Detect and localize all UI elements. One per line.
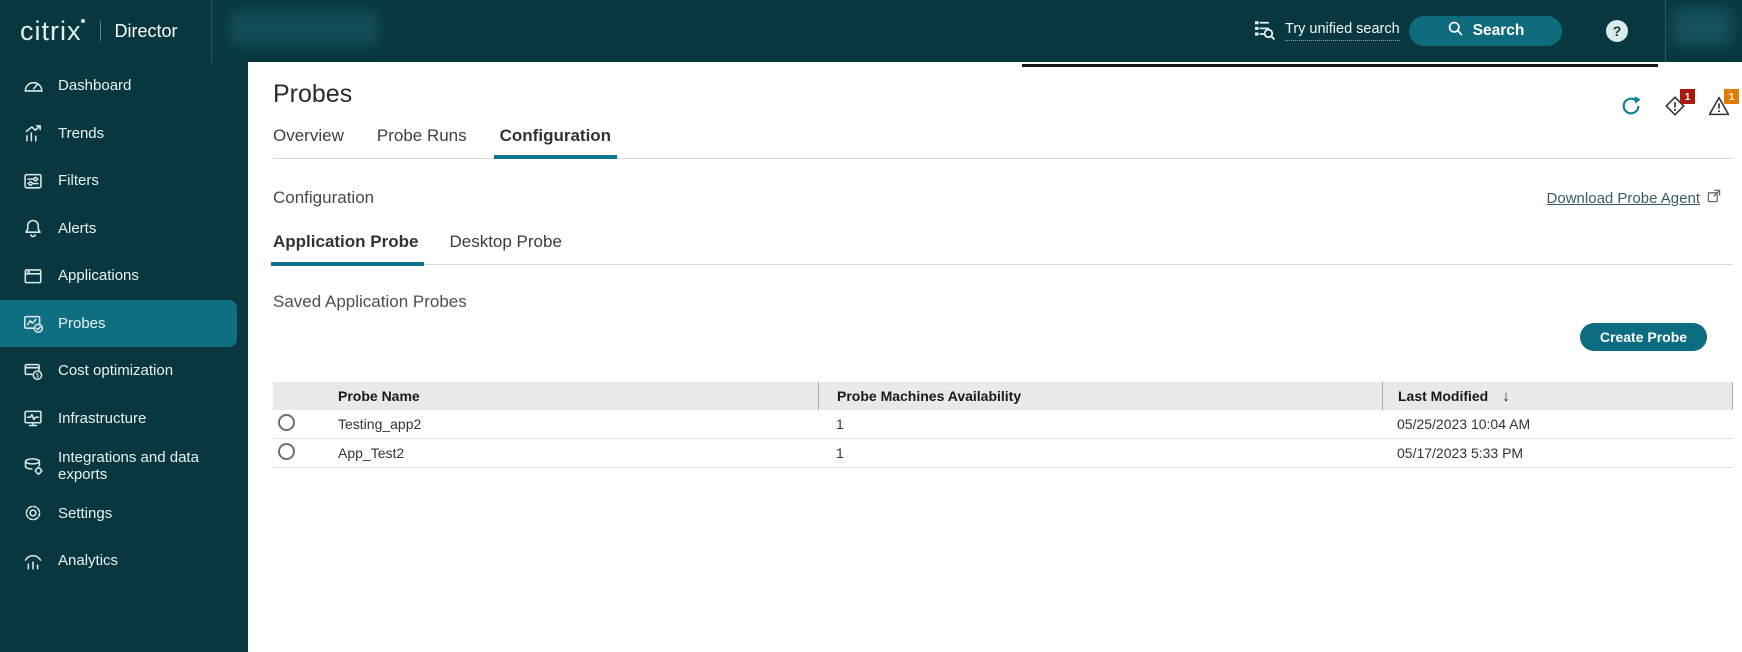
search-button-label: Search — [1472, 22, 1525, 39]
row-select-cell — [273, 414, 336, 434]
sidebar-item-label: Cost optimization — [58, 362, 174, 380]
download-probe-agent-link[interactable]: Download Probe Agent — [1547, 188, 1722, 208]
external-link-icon — [1706, 188, 1722, 208]
section-title: Configuration — [273, 188, 375, 207]
sidebar-item-analytics[interactable]: Analytics — [0, 537, 248, 585]
integrations-icon — [22, 455, 44, 477]
topbar-divider — [211, 0, 212, 62]
table-header: Probe Name Probe Machines Availability L… — [273, 382, 1733, 410]
app-window: citrix Director Try unified search Searc… — [0, 0, 1742, 652]
column-last-modified[interactable]: Last Modified ↓ — [1382, 382, 1733, 410]
probe-type-tabs: Application Probe Desktop Probe — [270, 232, 1733, 266]
redacted-user-menu[interactable] — [1672, 8, 1732, 46]
header-actions: 1 1 — [1620, 89, 1739, 117]
column-select — [273, 382, 336, 410]
infrastructure-icon — [22, 407, 44, 429]
critical-alerts-button[interactable]: 1 — [1664, 89, 1695, 117]
probe-name-cell: Testing_app2 — [338, 416, 422, 432]
cost-optimization-icon: $ — [22, 360, 44, 382]
search-icon — [1447, 20, 1464, 42]
tab-configuration[interactable]: Configuration — [493, 126, 618, 159]
top-bar: citrix Director Try unified search Searc… — [0, 0, 1742, 62]
probes-icon — [22, 312, 44, 334]
tab-overview[interactable]: Overview — [273, 126, 344, 146]
search-button[interactable]: Search — [1409, 16, 1562, 46]
probes-tabs: Overview Probe Runs Configuration — [273, 126, 1733, 159]
row-radio[interactable] — [278, 414, 295, 431]
probes-table: Probe Name Probe Machines Availability L… — [273, 382, 1733, 468]
sidebar-item-infrastructure[interactable]: Infrastructure — [0, 395, 248, 443]
row-select-cell — [273, 443, 336, 463]
column-probe-name[interactable]: Probe Name — [336, 382, 818, 410]
content-top-divider — [1022, 64, 1658, 67]
sort-descending-icon: ↓ — [1502, 387, 1510, 405]
warning-alerts-button[interactable]: 1 — [1708, 89, 1739, 117]
citrix-logo: citrix — [20, 16, 86, 47]
unified-search-icon — [1252, 17, 1276, 46]
brand-area: citrix Director — [20, 0, 178, 62]
settings-icon — [22, 502, 44, 524]
sidebar-item-label: Trends — [58, 124, 105, 142]
tab-probe-runs[interactable]: Probe Runs — [377, 126, 467, 146]
applications-icon — [22, 265, 44, 287]
refresh-button[interactable] — [1620, 95, 1642, 117]
table-row: Testing_app2 1 05/25/2023 10:04 AM — [273, 410, 1733, 439]
sidebar-item-label: Infrastructure — [58, 409, 147, 427]
sidebar-item-label: Filters — [58, 172, 99, 190]
sidebar-item-label: Integrations and data exports — [58, 448, 199, 483]
subtab-desktop-probe[interactable]: Desktop Probe — [449, 232, 561, 252]
create-probe-button[interactable]: Create Probe — [1580, 323, 1707, 351]
redacted-breadcrumb — [230, 10, 378, 46]
last-modified-cell: 05/25/2023 10:04 AM — [1397, 416, 1531, 432]
dashboard-icon — [22, 75, 44, 97]
product-name: Director — [114, 20, 178, 41]
sidebar-item-label: Applications — [58, 267, 139, 285]
warning-badge: 1 — [1724, 89, 1739, 104]
analytics-icon — [22, 550, 44, 572]
sidebar-item-label: Alerts — [58, 219, 97, 237]
sidebar-item-label: Analytics — [58, 552, 119, 570]
logo-divider — [99, 21, 101, 41]
filters-icon — [22, 170, 44, 192]
unified-search-link[interactable]: Try unified search — [1252, 0, 1400, 62]
sidebar-item-settings[interactable]: Settings — [0, 490, 248, 538]
sidebar-item-dashboard[interactable]: Dashboard — [0, 62, 248, 110]
column-last-modified-label: Last Modified — [1398, 388, 1489, 404]
subtab-application-probe[interactable]: Application Probe — [270, 232, 425, 266]
download-link-label: Download Probe Agent — [1546, 189, 1700, 207]
column-availability[interactable]: Probe Machines Availability — [818, 382, 1382, 410]
sidebar-item-applications[interactable]: Applications — [0, 252, 248, 300]
sidebar-item-trends[interactable]: Trends — [0, 110, 248, 158]
topbar-divider-right — [1665, 0, 1666, 62]
critical-badge: 1 — [1680, 89, 1695, 104]
availability-cell: 1 — [836, 416, 844, 432]
sidebar-item-cost-optimization[interactable]: $ Cost optimization — [0, 347, 248, 395]
sidebar-item-label: Settings — [58, 504, 113, 522]
sidebar-item-integrations[interactable]: Integrations and data exports — [0, 442, 248, 490]
table-row: App_Test2 1 05/17/2023 5:33 PM — [273, 439, 1733, 468]
row-radio[interactable] — [278, 443, 295, 460]
sidebar-item-filters[interactable]: Filters — [0, 157, 248, 205]
help-button[interactable]: ? — [1606, 20, 1628, 42]
sidebar-item-probes[interactable]: Probes — [0, 299, 237, 347]
sidebar-item-alerts[interactable]: Alerts — [0, 205, 248, 253]
unified-search-label: Try unified search — [1285, 21, 1400, 41]
trends-icon — [22, 122, 44, 144]
main-content: Probes 1 1 Overview Probe Runs Configura… — [248, 62, 1742, 652]
sidebar-item-label: Probes — [58, 314, 106, 332]
sidebar: Dashboard Trends Filters Alerts Applicat… — [0, 62, 248, 652]
availability-cell: 1 — [836, 445, 844, 461]
configuration-header: Configuration Download Probe Agent — [273, 188, 1722, 208]
last-modified-cell: 05/17/2023 5:33 PM — [1397, 445, 1524, 461]
alerts-icon — [22, 217, 44, 239]
probe-name-cell: App_Test2 — [338, 445, 405, 461]
sidebar-item-label: Dashboard — [58, 77, 132, 95]
saved-probes-title: Saved Application Probes — [273, 292, 467, 311]
page-title: Probes — [273, 80, 353, 108]
